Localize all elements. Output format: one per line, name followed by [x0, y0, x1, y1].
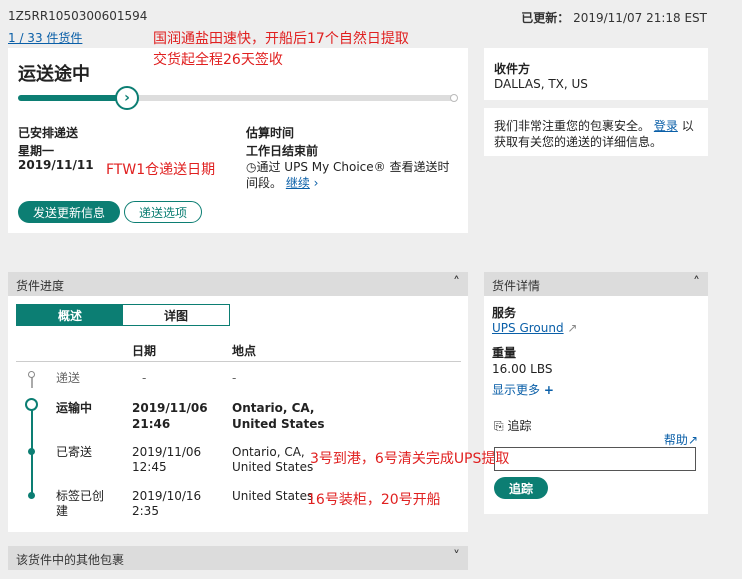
row-status: 运输中 [56, 401, 93, 415]
detail-panel-header[interactable]: 货件详情 ˄ [484, 272, 708, 296]
security-text: 我们非常注重您的包裹安全。 登录 以获取有关您的递送的详细信息。 [494, 118, 700, 150]
weight-label: 重量 [492, 346, 517, 360]
show-more[interactable]: 显示更多 + [492, 382, 554, 398]
track-title: ⎘ 追踪 [494, 418, 531, 434]
chevron-up-icon[interactable]: ˄ [453, 275, 460, 291]
row-status: 已寄送 [56, 445, 93, 459]
chevron-down-icon[interactable]: ˅ [453, 549, 460, 565]
service-value: UPS Ground ↗ [492, 320, 577, 336]
row-date-line1: 2019/11/06 [132, 445, 202, 459]
timeline-dot [28, 448, 35, 455]
recipient-label: 收件方 [494, 62, 531, 76]
service-link[interactable]: UPS Ground [492, 321, 564, 335]
table-divider [16, 361, 461, 362]
last-updated: 已更新： 2019/11/07 21:18 EST [521, 9, 707, 26]
progress-knob-chevron-icon: › [115, 86, 139, 110]
tracking-number: 1Z5RR1050300601594 [8, 9, 148, 23]
column-location: 地点 [232, 344, 257, 358]
package-count-link[interactable]: 1 / 33 件货件 [8, 29, 82, 46]
estimated-note: ◷通过 UPS My Choice® 查看递送时间段。 继续 › [246, 159, 458, 191]
row-date-line2: 12:45 [132, 460, 167, 474]
row-status-line1: 标签已创 [56, 489, 105, 503]
continue-link[interactable]: 继续 [286, 176, 310, 190]
chevron-up-icon[interactable]: ˄ [693, 275, 700, 291]
annotation-delivery-date: FTW1仓递送日期 [106, 162, 216, 178]
column-date: 日期 [132, 344, 157, 358]
scheduled-day: 星期一 [18, 144, 55, 158]
row-date-line1: 2019/11/06 [132, 401, 208, 415]
estimated-value: 工作日结束前 [246, 144, 319, 158]
chevron-right-icon: › [309, 176, 319, 190]
row-location-line2: United States [232, 417, 325, 431]
annotation-note-line2: 交货起全程26天签收 [153, 52, 283, 68]
status-title: 运送途中 [18, 64, 90, 85]
track-title-text: 追踪 [507, 419, 532, 433]
other-packages-title: 该货件中的其他包裹 [16, 553, 125, 567]
recipient-card: 收件方 DALLAS, TX, US [484, 48, 708, 100]
tab-detail[interactable]: 详图 [123, 305, 229, 325]
detail-panel: 服务 UPS Ground ↗ 重量 16.00 LBS 显示更多 + [484, 296, 708, 404]
row-date-line1: 2019/10/16 [132, 489, 202, 503]
row-date: - [142, 371, 147, 385]
send-updates-button[interactable]: 发送更新信息 [18, 201, 120, 223]
progress-panel-title: 货件进度 [16, 279, 65, 293]
annotation-note-line1: 国润通盐田速快，开船后17个自然日提取 [153, 31, 409, 47]
progress-panel-header[interactable]: 货件进度 ˄ [8, 272, 468, 296]
other-packages-header[interactable]: 该货件中的其他包裹 ˅ [8, 546, 468, 570]
estimated-note-text: 通过 UPS My Choice® 查看递送时间段。 [246, 160, 450, 190]
timeline-dot-pending [28, 371, 35, 378]
updated-label: 已更新： [521, 11, 570, 25]
annotation-container-loading: 16号装柜，20号开船 [307, 492, 441, 508]
help-link-wrap[interactable]: 帮助↗ [664, 432, 698, 448]
external-link-icon: ↗ [567, 321, 578, 335]
row-location-line1: Ontario, CA, [232, 401, 315, 415]
tab-overview[interactable]: 概述 [17, 305, 123, 325]
row-location-line2: United States [232, 460, 314, 474]
tracking-input[interactable] [494, 447, 696, 471]
status-card: 运送途中 › 已安排递送 星期一 2019/11/11 估算时间 工作日结束前 … [8, 48, 468, 233]
progress-fill [18, 95, 127, 101]
detail-panel-title: 货件详情 [492, 279, 541, 293]
view-tabs: 概述 详图 [16, 304, 230, 326]
row-location: - [232, 371, 237, 385]
scheduled-date: 2019/11/11 [18, 158, 94, 172]
external-link-icon: ↗ [687, 433, 698, 447]
row-location-line1: Ontario, CA, [232, 445, 305, 459]
row-date-line2: 21:46 [132, 417, 171, 431]
clock-icon: ◷ [246, 160, 257, 174]
scheduled-label: 已安排递送 [18, 126, 79, 140]
service-label: 服务 [492, 306, 517, 320]
row-date-line2: 2:35 [132, 504, 159, 518]
recipient-value: DALLAS, TX, US [494, 77, 588, 91]
help-link[interactable]: 帮助 [664, 433, 688, 447]
login-link[interactable]: 登录 [654, 119, 678, 133]
security-card: 我们非常注重您的包裹安全。 登录 以获取有关您的递送的详细信息。 [484, 108, 708, 156]
track-icon: ⎘ [494, 419, 504, 433]
row-status-line2: 建 [56, 504, 69, 518]
estimated-label: 估算时间 [246, 126, 295, 140]
weight-value: 16.00 LBS [492, 362, 553, 376]
progress-end-marker [450, 94, 458, 102]
row-location-line1: United States [232, 489, 314, 503]
track-button[interactable]: 追踪 [494, 477, 548, 499]
updated-value: 2019/11/07 21:18 EST [573, 11, 707, 25]
row-status: 递送 [56, 371, 81, 385]
annotation-port-arrival: 3号到港，6号清关完成UPS提取 [310, 451, 510, 467]
timeline-dot [28, 492, 35, 499]
show-more-link[interactable]: 显示更多 [492, 383, 540, 397]
delivery-options-button[interactable]: 递送选项 [124, 201, 202, 223]
security-text-before: 我们非常注重您的包裹安全。 [494, 119, 651, 133]
timeline-dot-current [25, 398, 38, 411]
track-card: ⎘ 追踪 帮助↗ 追踪 [484, 404, 708, 514]
plus-icon: + [543, 383, 554, 397]
